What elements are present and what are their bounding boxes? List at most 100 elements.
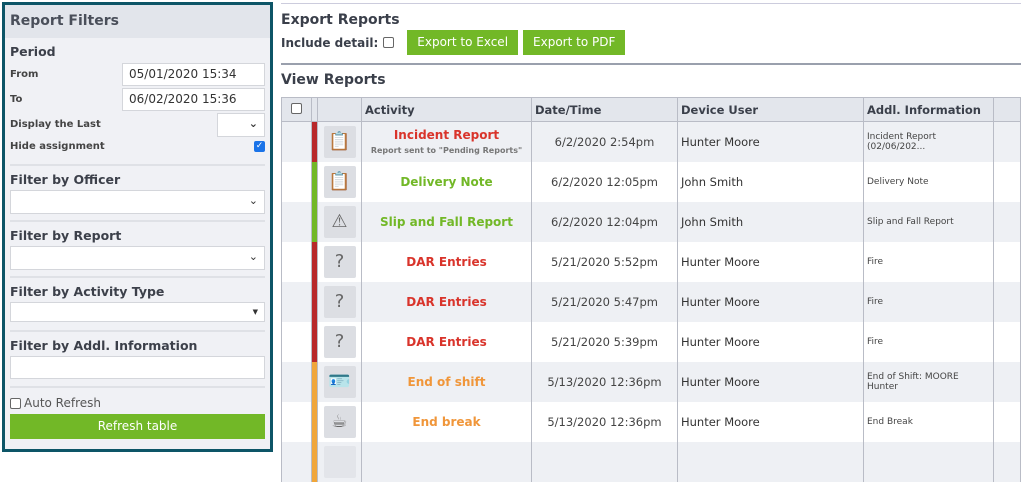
col-datetime[interactable]: Date/Time [531,97,678,122]
from-input[interactable]: 05/01/2020 15:34 [122,63,265,86]
table-row[interactable]: ☕ End break 5/13/2020 12:36pm Hunter Moo… [281,401,1021,442]
id-card-icon [323,445,356,478]
caret-down-icon: ▼ [252,308,258,316]
datetime: 6/2/2020 12:04pm [531,201,678,242]
activity-name[interactable]: End of shift [408,375,486,389]
table-row[interactable]: 📋 Incident Report Report sent to "Pending… [281,121,1021,162]
device-user: Hunter Moore [677,321,864,362]
view-title: View Reports [281,72,386,88]
officer-heading: Filter by Officer [10,172,121,187]
datetime: 5/21/2020 5:39pm [531,321,678,362]
divider [281,3,1021,4]
datetime: 5/13/2020 12:36pm [531,361,678,402]
device-user: Hunter Moore [677,281,864,322]
datetime [531,441,678,482]
clipboard-icon: 📋 [323,125,356,158]
select-all-checkbox[interactable] [291,102,302,114]
col-addl-info[interactable]: Addl. Information [863,97,994,122]
chevron-down-icon: ⌄ [248,194,258,207]
table-row[interactable]: ⚠ Slip and Fall Report 6/2/2020 12:04pm … [281,201,1021,242]
addl-info: Fire [863,241,994,282]
datetime: 5/21/2020 5:47pm [531,281,678,322]
row-select[interactable] [281,401,312,442]
datetime: 6/2/2020 2:54pm [531,121,678,162]
chevron-down-icon: ⌄ [248,250,258,263]
activity-name[interactable]: DAR Entries [406,295,486,309]
row-select[interactable] [281,161,312,202]
row-select[interactable] [281,121,312,162]
auto-refresh-label: Auto Refresh [24,396,101,410]
table-row[interactable]: 📋 Delivery Note 6/2/2020 12:05pm John Sm… [281,161,1021,202]
activity-name[interactable]: Slip and Fall Report [380,215,513,229]
report-heading: Filter by Report [10,228,122,243]
reports-table: Activity Date/Time Device User Addl. Inf… [281,97,1021,482]
activity-name[interactable]: DAR Entries [406,255,486,269]
row-select[interactable] [281,201,312,242]
table-row[interactable]: ? DAR Entries 5/21/2020 5:47pm Hunter Mo… [281,281,1021,322]
addl-info: Delivery Note [863,161,994,202]
activity-name[interactable]: Incident Report [394,128,499,142]
period-heading: Period [10,44,56,59]
hide-assignment-checkbox[interactable]: ✓ [254,140,265,152]
divider [281,63,1021,65]
device-user: Hunter Moore [677,361,864,402]
to-input[interactable]: 06/02/2020 15:36 [122,88,265,111]
datetime: 5/13/2020 12:36pm [531,401,678,442]
addl-info-heading: Filter by Addl. Information [10,338,198,353]
activity-type-select[interactable]: ▼ [10,302,265,322]
col-device-user[interactable]: Device User [677,97,864,122]
row-select[interactable] [281,441,312,482]
activity-name[interactable]: End break [412,415,480,429]
display-last-select[interactable]: ⌄ [217,112,265,137]
row-select[interactable] [281,241,312,282]
activity-name[interactable]: Delivery Note [400,175,492,189]
include-detail-label: Include detail: [281,35,379,50]
addl-info: Slip and Fall Report [863,201,994,242]
id-card-exit-icon: 🪪 [323,365,356,398]
row-select[interactable] [281,361,312,402]
table-row[interactable]: ? DAR Entries 5/21/2020 5:52pm Hunter Mo… [281,241,1021,282]
table-row[interactable] [281,441,1021,482]
table-row[interactable]: 🪪 End of shift 5/13/2020 12:36pm Hunter … [281,361,1021,402]
activity-note: Report sent to "Pending Reports" [370,146,523,156]
row-select[interactable] [281,321,312,362]
addl-info: End of Shift: MOORE Hunter [863,361,994,402]
report-select[interactable]: ⌄ [10,246,265,270]
display-last-label: Display the Last [10,119,101,130]
device-user: John Smith [677,201,864,242]
clipboard-question-icon: ? [323,245,356,278]
activity-name[interactable]: DAR Entries [406,335,486,349]
to-label: To [10,94,23,105]
panel-title: Report Filters [5,5,270,38]
clipboard-question-icon: ? [323,285,356,318]
export-title: Export Reports [281,12,400,28]
addl-info [863,441,994,482]
col-activity[interactable]: Activity [361,97,532,122]
datetime: 5/21/2020 5:52pm [531,241,678,282]
include-detail-checkbox[interactable] [383,37,395,48]
device-user: Hunter Moore [677,401,864,442]
clipboard-icon: 📋 [323,165,356,198]
table-row[interactable]: ? DAR Entries 5/21/2020 5:39pm Hunter Mo… [281,321,1021,362]
officer-select[interactable]: ⌄ [10,190,265,214]
report-filters-panel: Report Filters Period From 05/01/2020 15:… [2,2,273,452]
from-label: From [10,69,39,80]
device-user: Hunter Moore [677,241,864,282]
auto-refresh-checkbox[interactable] [10,397,21,409]
addl-info-input[interactable] [10,356,265,379]
row-select[interactable] [281,281,312,322]
chevron-down-icon: ⌄ [248,116,258,130]
export-excel-button[interactable]: Export to Excel [407,30,519,55]
clipboard-question-icon: ? [323,325,356,358]
refresh-table-button[interactable]: Refresh table [10,414,265,439]
addl-info: Incident Report (02/06/202... [863,121,994,162]
coffee-cup-exit-icon: ☕ [323,405,356,438]
warning-icon: ⚠ [323,205,356,238]
device-user: John Smith [677,161,864,202]
addl-info: Fire [863,281,994,322]
export-pdf-button[interactable]: Export to PDF [523,30,626,55]
device-user [677,441,864,482]
datetime: 6/2/2020 12:05pm [531,161,678,202]
addl-info: Fire [863,321,994,362]
addl-info: End Break [863,401,994,442]
